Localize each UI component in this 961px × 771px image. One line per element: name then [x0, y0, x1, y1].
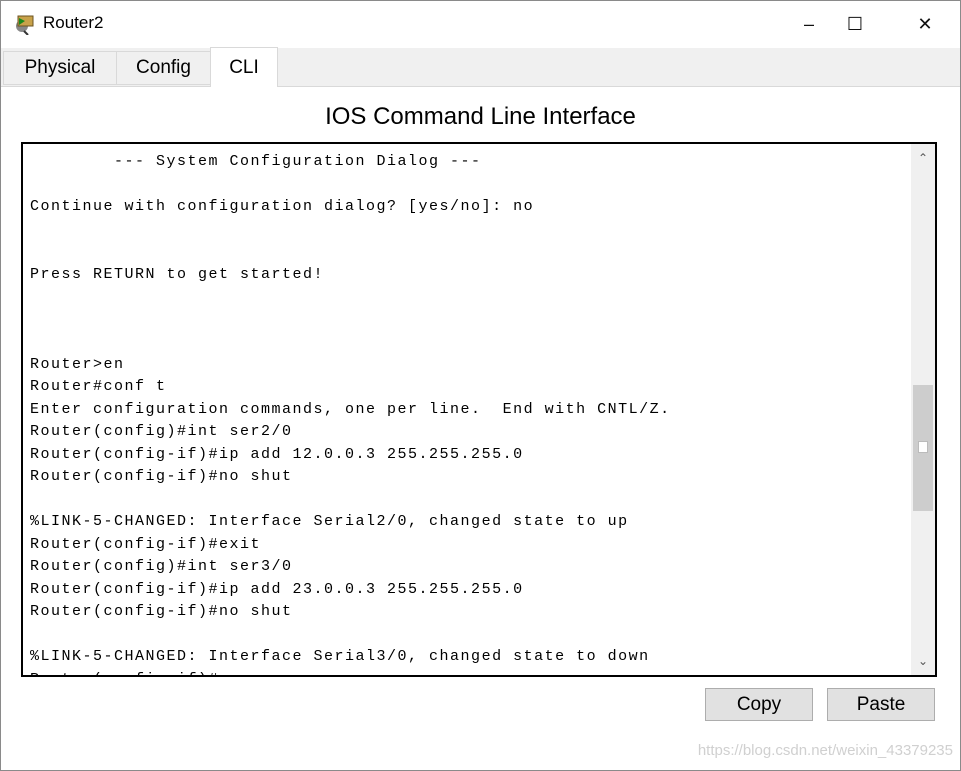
tab-config[interactable]: Config [116, 51, 211, 85]
terminal-line: Router(config)#int ser2/0 [30, 423, 293, 440]
tab-cli[interactable]: CLI [210, 47, 278, 87]
terminal-line: --- System Configuration Dialog --- [30, 153, 482, 170]
scrollbar[interactable]: ⌃ ⌄ [911, 144, 935, 675]
terminal-line: %LINK-5-CHANGED: Interface Serial2/0, ch… [30, 513, 629, 530]
tab-physical[interactable]: Physical [3, 51, 117, 85]
terminal-line: Router(config-if)#exit [30, 535, 262, 553]
terminal-line: Router(config-if)#no shut [30, 603, 293, 620]
terminal-line: Router>en [30, 355, 125, 373]
minimize-button[interactable]: – [786, 1, 832, 47]
terminal-line: %LINK-5-CHANGED: Interface Serial3/0, ch… [30, 648, 650, 665]
close-button[interactable]: ✕ [902, 1, 948, 47]
terminal-line: Router(config-if)#ip add 23.0.0.3 255.25… [30, 580, 524, 598]
scroll-up-icon[interactable]: ⌃ [911, 146, 935, 170]
terminal-line: Enter configuration commands, one per li… [30, 400, 671, 418]
scroll-down-icon[interactable]: ⌄ [911, 649, 935, 673]
paste-button[interactable]: Paste [827, 688, 935, 721]
window-title: Router2 [43, 13, 104, 32]
terminal-line: Router(config)#int ser3/0 [30, 558, 293, 575]
terminal-line: Router(config-if)# [30, 669, 671, 676]
title-bar: Router2 – ☐ ✕ [1, 1, 960, 47]
tab-bar: Physical Config CLI [1, 47, 960, 87]
terminal-line: Router#conf t [30, 378, 167, 395]
terminal-line: Router(config-if)#ip add 12.0.0.3 255.25… [30, 445, 524, 463]
copy-button[interactable]: Copy [705, 688, 813, 721]
scrollbar-thumb[interactable] [913, 385, 933, 511]
terminal-line: Press RETURN to get started! [30, 265, 325, 283]
terminal-output: --- System Configuration Dialog --- Conti… [30, 151, 671, 676]
grip-icon [918, 441, 928, 453]
terminal-line: Router(config-if)#no shut [30, 468, 293, 485]
terminal-line: Continue with configuration dialog? [yes… [30, 198, 535, 215]
router-icon [16, 15, 34, 35]
page-title: IOS Command Line Interface [325, 103, 636, 130]
watermark: https://blog.csdn.net/weixin_43379235 [697, 742, 953, 759]
cli-terminal[interactable]: --- System Configuration Dialog --- Conti… [21, 142, 937, 677]
maximize-button[interactable]: ☐ [832, 1, 878, 47]
